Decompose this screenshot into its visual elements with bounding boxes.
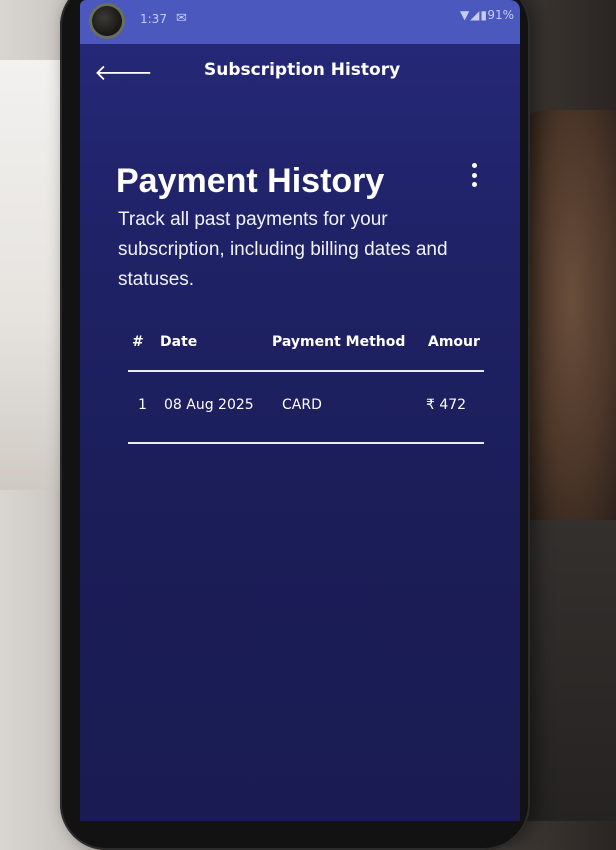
payment-table: # Date Payment Method Amour 1 08 Aug 202… xyxy=(126,326,486,444)
column-header-date: Date xyxy=(160,334,198,350)
page-description: Track all past payments for your subscri… xyxy=(118,209,448,290)
table-header: # Date Payment Method Amour xyxy=(126,326,486,370)
row-date: 08 Aug 2025 xyxy=(164,397,254,413)
arrow-left-icon[interactable]: 🡐 xyxy=(94,62,153,86)
row-payment-method: CARD xyxy=(282,397,322,413)
phone-screen: 1:37 ✉ ▼◢▮ 91% 🡐 Subscription History Pa… xyxy=(80,0,520,821)
app-bar-title: Subscription History xyxy=(204,60,401,80)
app-bar: 🡐 Subscription History xyxy=(80,44,520,100)
table-row[interactable]: 1 08 Aug 2025 CARD ₹ 472 xyxy=(126,372,486,442)
gmail-icon: ✉ xyxy=(176,11,187,26)
signal-icon: ▼◢▮ xyxy=(459,8,488,22)
status-bar: 1:37 ✉ ▼◢▮ 91% xyxy=(80,0,520,44)
front-camera xyxy=(92,6,122,36)
more-vertical-icon[interactable] xyxy=(470,163,478,187)
column-header-amount: Amour xyxy=(428,334,480,350)
row-divider xyxy=(128,442,484,444)
row-amount: ₹ 472 xyxy=(426,397,467,413)
column-header-number: # xyxy=(132,334,144,350)
column-header-method: Payment Method xyxy=(272,334,406,350)
row-number: 1 xyxy=(138,397,147,413)
battery-percent: 91% xyxy=(487,8,514,22)
page-title: Payment History xyxy=(116,162,385,200)
status-time: 1:37 xyxy=(140,12,167,26)
